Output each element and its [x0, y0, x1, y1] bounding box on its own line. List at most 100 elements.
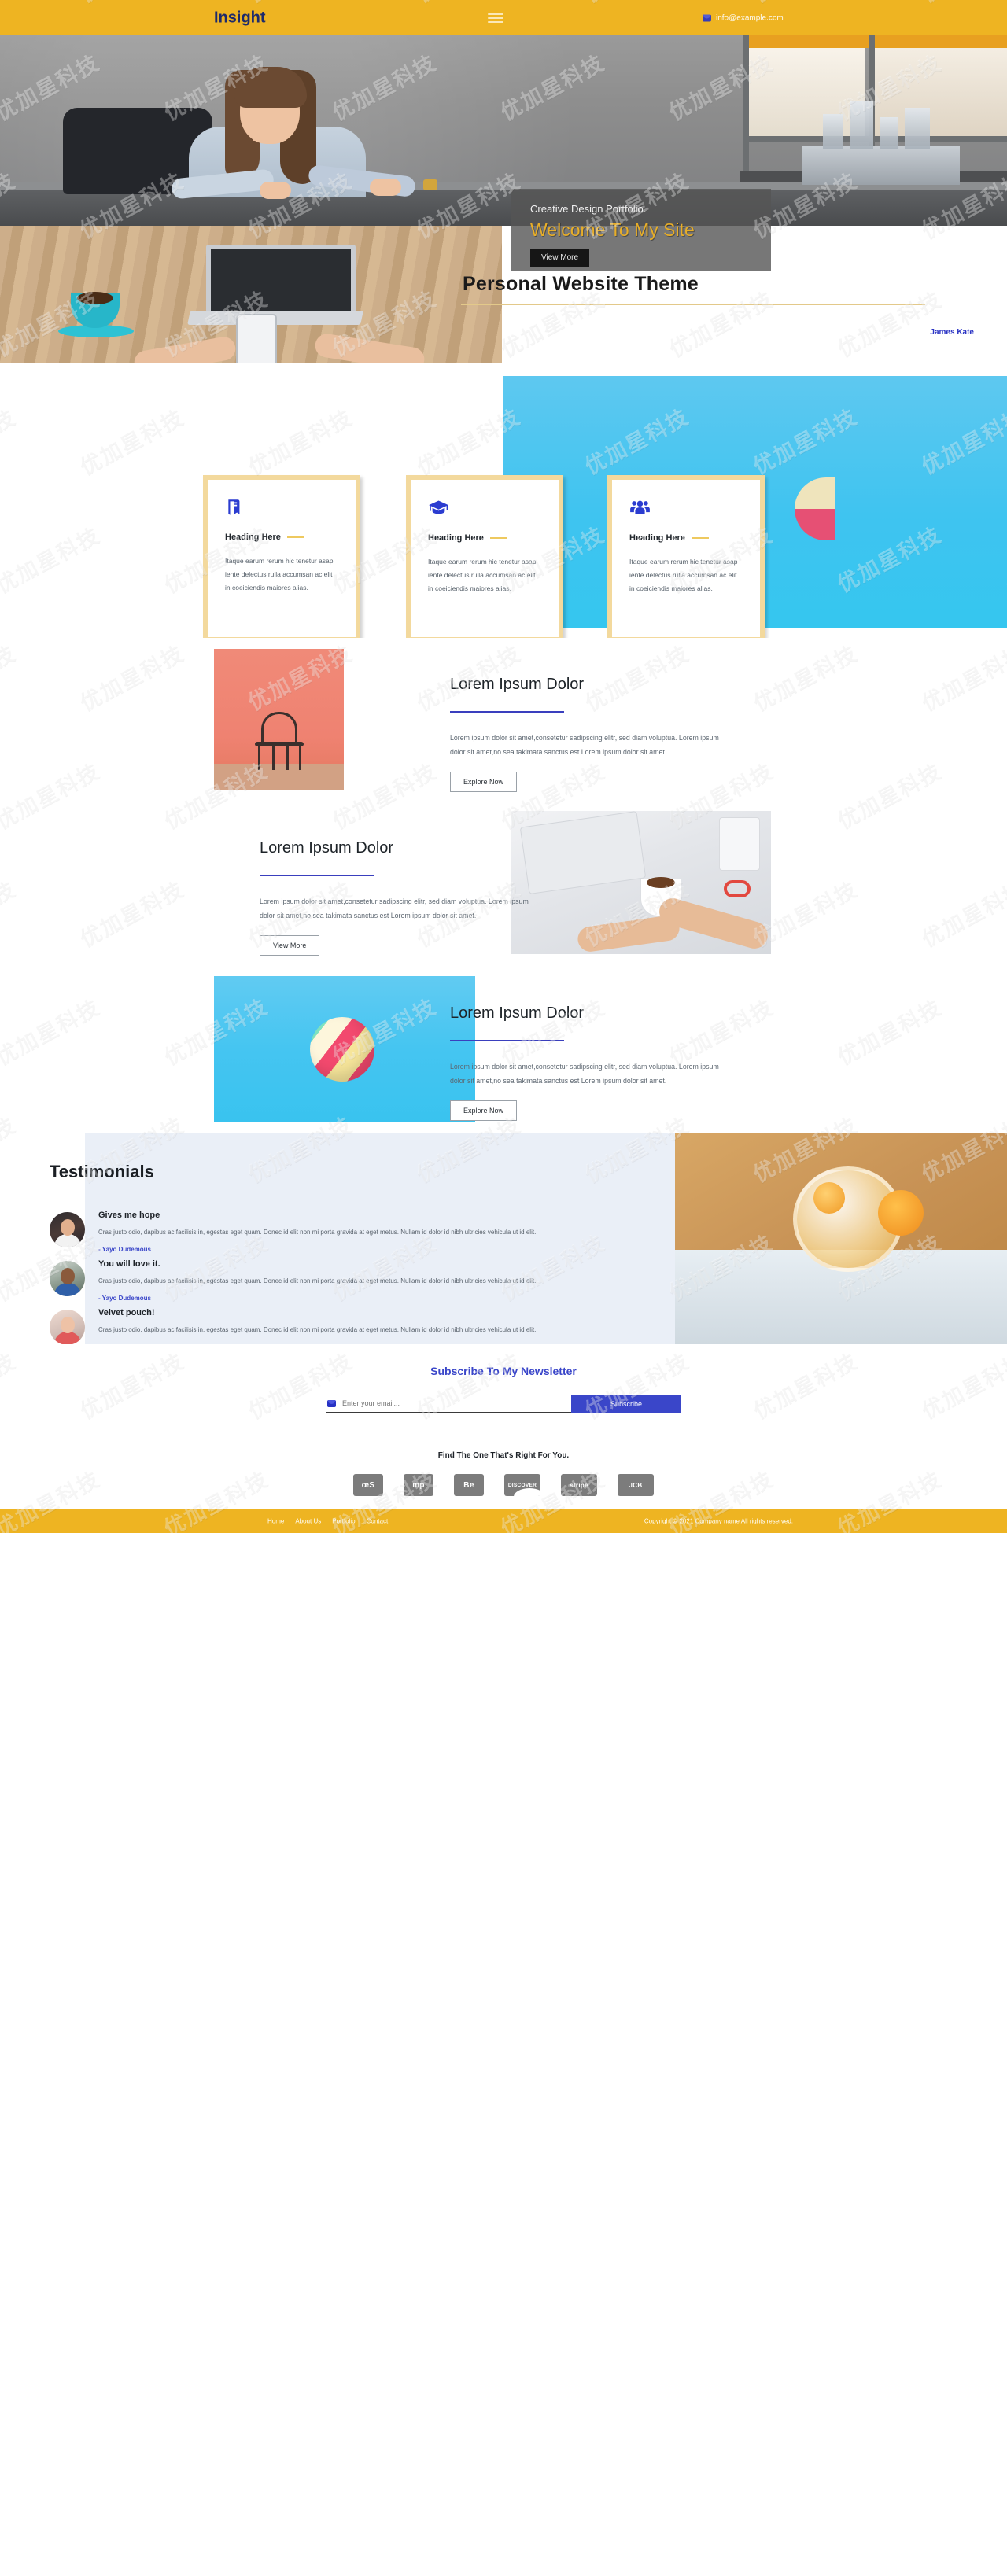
footer-link-home[interactable]: Home: [267, 1518, 284, 1525]
card-text: Itaque earum rerum hic tenetur asap ient…: [428, 558, 537, 592]
feature-title: Lorem Ipsum Dolor: [260, 839, 394, 857]
hand: [656, 895, 771, 952]
footer-link-about-us[interactable]: About Us: [295, 1518, 321, 1525]
person-hand: [260, 182, 291, 199]
subscribe-button[interactable]: Subscribe: [571, 1395, 681, 1413]
coffee-liquid: [77, 292, 113, 304]
card-heading-text: Heading Here: [629, 533, 685, 543]
hamburger-bar: [488, 17, 504, 19]
card-heading: Heading Here: [225, 533, 356, 542]
avatar-face: [60, 1317, 75, 1333]
newsletter-section: Subscribe To My Newsletter Subscribe: [0, 1344, 1007, 1446]
header-email[interactable]: info@example.com: [703, 13, 784, 22]
jcb-icon[interactable]: JCB: [618, 1474, 654, 1496]
feature-text: Lorem ipsum dolor sit amet,consetetur sa…: [260, 897, 529, 919]
footer-link-portfolio[interactable]: Portfolio: [332, 1518, 355, 1525]
features-cards-section: Heading Here Itaque earum rerum hic tene…: [0, 363, 1007, 642]
lastfm-icon[interactable]: œS: [353, 1474, 383, 1496]
feature-title: Lorem Ipsum Dolor: [450, 676, 585, 693]
chair-leg: [299, 745, 301, 770]
calculator: [719, 817, 760, 871]
model-tower: [823, 114, 843, 149]
feature-title: Lorem Ipsum Dolor: [450, 1004, 585, 1022]
chair-back: [261, 712, 297, 743]
testimonial-author: - Yayo Dudemous: [98, 1295, 151, 1303]
feature-image-ball: [214, 976, 475, 1122]
behance-icon[interactable]: Be: [454, 1474, 484, 1496]
volleyball: [310, 1017, 374, 1082]
newsletter-heading: Subscribe To My Newsletter: [430, 1365, 577, 1377]
feature-row-3: Lorem Ipsum Dolor Lorem ipsum dolor sit …: [0, 968, 1007, 1133]
feature-text-block: Lorem Ipsum Dolor Lorem ipsum dolor sit …: [450, 1004, 725, 1122]
footer-copyright: Copyright © 2021 Company name All rights…: [644, 1517, 793, 1525]
mail-icon: [327, 1399, 336, 1407]
footer-link-contact[interactable]: Contact: [367, 1518, 389, 1525]
card-heading-underline: [489, 537, 507, 539]
hero-caption-box: Creative Design Portfolio. Welcome To My…: [511, 189, 771, 271]
about-section: Personal Website Theme James Kate: [0, 226, 1007, 363]
hero-view-more-button[interactable]: View More: [530, 249, 590, 267]
brand-logo-row: œS mp Be DISCOVER stripe JCB: [0, 1474, 1007, 1496]
feature-card[interactable]: Heading Here Itaque earum rerum hic tene…: [406, 475, 563, 642]
coffee-liquid: [647, 877, 675, 888]
orange-slice: [813, 1182, 845, 1214]
feature-view-more-button[interactable]: View More: [260, 935, 320, 956]
model-tower: [905, 108, 930, 149]
feature-card[interactable]: Heading Here Itaque earum rerum hic tene…: [203, 475, 360, 642]
testimonial-title: Velvet pouch!: [98, 1308, 155, 1317]
feature-row-1: Lorem Ipsum Dolor Lorem ipsum dolor sit …: [0, 638, 1007, 803]
chair-seat: [255, 742, 304, 746]
hero-banner: f t ® G+: [0, 35, 1007, 226]
avatar-face: [60, 1268, 75, 1284]
discover-icon[interactable]: DISCOVER: [504, 1474, 540, 1496]
card-text: Itaque earum rerum hic tenetur asap ient…: [629, 558, 738, 592]
feature-divider: [450, 1040, 564, 1041]
site-brand[interactable]: Insight: [214, 9, 266, 27]
hamburger-icon[interactable]: [488, 11, 504, 25]
testimonial-title: Gives me hope: [98, 1211, 160, 1220]
jcb-label: JCB: [629, 1481, 643, 1489]
stripe-icon[interactable]: stripe: [561, 1474, 597, 1496]
graduation-cap-icon: [428, 497, 559, 522]
footer-nav: Home About Us Portfolio Contact: [267, 1518, 388, 1525]
feature-explore-button[interactable]: Explore Now: [450, 1100, 518, 1122]
hero-title: Welcome To My Site: [530, 219, 695, 240]
site-footer: Home About Us Portfolio Contact Copyrigh…: [0, 1509, 1007, 1533]
book-icon: [225, 497, 356, 521]
feature-image-chair: [214, 649, 344, 790]
orange-slice: [878, 1190, 924, 1236]
feature-divider: [450, 711, 564, 713]
avatar: [50, 1212, 85, 1247]
wristwatch: [423, 179, 437, 190]
testimonial-item: You will love it. Cras justo odio, dapib…: [50, 1259, 585, 1302]
chair-illustration: [255, 712, 304, 770]
testimonial-text: Cras justo odio, dapibus ac facilisis in…: [98, 1326, 537, 1333]
smartphone: [236, 314, 277, 363]
avatar: [50, 1310, 85, 1345]
testimonials-section: Testimonials Gives me hope Cras justo od…: [0, 1133, 1007, 1351]
users-icon: [629, 497, 760, 522]
red-cable: [724, 880, 751, 897]
feature-card[interactable]: Heading Here Itaque earum rerum hic tene…: [607, 475, 765, 642]
site-header: Insight info@example.com: [0, 0, 1007, 35]
feature-text: Lorem ipsum dolor sit amet,consetetur sa…: [450, 734, 719, 756]
window-blind: [747, 35, 1007, 48]
hero-background-image: [0, 35, 1007, 226]
avatar-body: [53, 1332, 81, 1345]
chair-leg: [272, 745, 275, 770]
brands-section: Find The One That's Right For You. œS mp…: [0, 1446, 1007, 1509]
testimonial-body: Gives me hope Cras justo odio, dapibus a…: [98, 1211, 585, 1253]
header-email-text: info@example.com: [716, 13, 784, 22]
feature-row-2: Lorem Ipsum Dolor Lorem ipsum dolor sit …: [0, 803, 1007, 968]
newsletter-email-input[interactable]: [342, 1395, 571, 1412]
hero-subtitle: Creative Design Portfolio.: [530, 203, 647, 215]
chair-leg: [258, 745, 260, 770]
card-heading-underline: [691, 537, 709, 539]
feature-image-desk: [511, 811, 771, 954]
mail-icon: [703, 14, 711, 21]
email-input-wrapper: [326, 1395, 571, 1413]
testimonials-image: [675, 1133, 1007, 1344]
testimonial-title: You will love it.: [98, 1259, 160, 1269]
feature-explore-button[interactable]: Explore Now: [450, 772, 518, 793]
mixcloud-icon[interactable]: mp: [404, 1474, 433, 1496]
